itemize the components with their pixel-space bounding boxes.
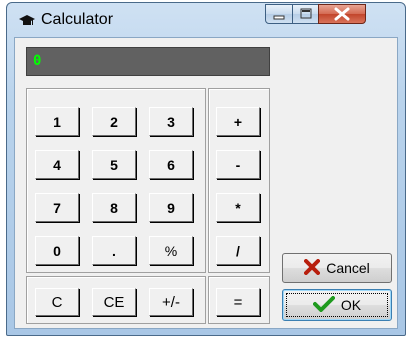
key-equals[interactable]: =: [216, 288, 260, 316]
minimize-button[interactable]: [265, 4, 293, 24]
key-2[interactable]: 2: [92, 107, 136, 136]
key-sign[interactable]: +/-: [149, 288, 193, 316]
key-6[interactable]: 6: [149, 150, 193, 179]
key-subtract[interactable]: -: [216, 150, 260, 179]
minimize-icon: [273, 15, 285, 20]
graduation-cap-icon: [19, 13, 35, 29]
calculator-body: 0 1 2 3 4 5 6 7 8 9 0 . % + - * / C CE +…: [14, 37, 398, 329]
close-button[interactable]: [318, 4, 366, 24]
window-title: Calculator: [41, 11, 114, 28]
key-multiply[interactable]: *: [216, 193, 260, 222]
key-divide[interactable]: /: [216, 236, 260, 265]
cancel-button[interactable]: Cancel: [282, 253, 392, 283]
key-8[interactable]: 8: [92, 193, 136, 222]
key-percent[interactable]: %: [149, 236, 193, 265]
result-display: 0: [26, 47, 270, 76]
close-icon: [334, 7, 350, 21]
key-9[interactable]: 9: [149, 193, 193, 222]
red-x-icon: [304, 258, 321, 278]
maximize-button[interactable]: [292, 4, 319, 24]
key-0[interactable]: 0: [35, 236, 79, 265]
key-clear-entry[interactable]: CE: [92, 288, 136, 316]
key-1[interactable]: 1: [35, 107, 79, 136]
calculator-window: Calculator 0 1 2 3 4 5 6 7 8 9 0 . % + -…: [6, 2, 406, 336]
key-7[interactable]: 7: [35, 193, 79, 222]
title-bar[interactable]: Calculator: [7, 3, 405, 37]
ok-button[interactable]: OK: [282, 289, 392, 321]
focus-rectangle: [286, 293, 388, 317]
maximize-icon: [300, 8, 312, 19]
key-3[interactable]: 3: [149, 107, 193, 136]
key-4[interactable]: 4: [35, 150, 79, 179]
cancel-label: Cancel: [326, 260, 370, 276]
key-decimal[interactable]: .: [92, 236, 136, 265]
key-5[interactable]: 5: [92, 150, 136, 179]
key-add[interactable]: +: [216, 107, 260, 136]
key-clear[interactable]: C: [35, 288, 79, 316]
